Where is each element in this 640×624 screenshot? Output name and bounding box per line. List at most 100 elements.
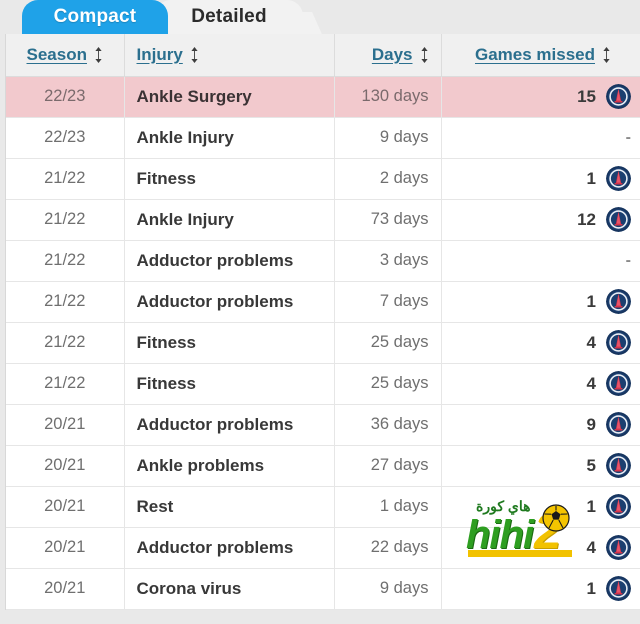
cell-games-missed: 1 bbox=[441, 568, 640, 610]
table-header: Season Injury Days Games missed bbox=[6, 34, 640, 77]
club-crest-icon bbox=[606, 289, 631, 314]
games-missed-empty: - bbox=[625, 128, 631, 146]
tab-compact-label: Compact bbox=[53, 6, 137, 27]
cell-injury: Ankle Injury bbox=[124, 117, 335, 159]
cell-days: 22 days bbox=[334, 527, 442, 569]
cell-games-missed: 12 bbox=[441, 199, 640, 241]
cell-season: 21/22 bbox=[6, 199, 125, 241]
cell-games-missed: 9 bbox=[441, 404, 640, 446]
games-missed-count: 1 bbox=[586, 578, 596, 598]
games-missed-count: 1 bbox=[586, 291, 596, 311]
table-row[interactable]: 21/22 Ankle Injury 73 days 12 bbox=[6, 199, 640, 241]
games-missed-empty: - bbox=[625, 251, 631, 269]
sort-updown-icon[interactable] bbox=[602, 46, 611, 64]
table-row[interactable]: 20/21 Ankle problems 27 days 5 bbox=[6, 445, 640, 487]
table-row[interactable]: 21/22 Fitness 25 days 4 bbox=[6, 363, 640, 405]
cell-days: 130 days bbox=[334, 76, 442, 118]
club-crest-icon bbox=[606, 535, 631, 560]
column-header-season-label: Season bbox=[26, 44, 87, 64]
cell-games-missed: 5 bbox=[441, 445, 640, 487]
column-header-season[interactable]: Season bbox=[6, 34, 125, 77]
cell-days: 7 days bbox=[334, 281, 442, 323]
sort-updown-icon[interactable] bbox=[420, 46, 429, 64]
cell-days: 9 days bbox=[334, 568, 442, 610]
table-row[interactable]: 20/21 Corona virus 9 days 1 bbox=[6, 568, 640, 610]
games-missed-count: 12 bbox=[577, 209, 596, 229]
cell-days: 9 days bbox=[334, 117, 442, 159]
cell-injury: Ankle Surgery bbox=[124, 76, 335, 118]
cell-injury: Fitness bbox=[124, 363, 335, 405]
cell-injury: Fitness bbox=[124, 158, 335, 200]
tab-bar: Compact Detailed bbox=[0, 0, 640, 34]
games-missed-count: 1 bbox=[586, 168, 596, 188]
injury-history-widget: Compact Detailed Season Injury Days Game… bbox=[0, 0, 640, 624]
sort-updown-icon[interactable] bbox=[190, 46, 199, 64]
club-crest-icon bbox=[606, 494, 631, 519]
club-crest-icon bbox=[606, 576, 631, 601]
table-row[interactable]: 21/22 Adductor problems 7 days 1 bbox=[6, 281, 640, 323]
cell-season: 20/21 bbox=[6, 527, 125, 569]
cell-injury: Ankle problems bbox=[124, 445, 335, 487]
cell-season: 20/21 bbox=[6, 445, 125, 487]
table-row[interactable]: 20/21 Adductor problems 22 days 4 bbox=[6, 527, 640, 569]
table-row[interactable]: 21/22 Fitness 2 days 1 bbox=[6, 158, 640, 200]
club-crest-icon bbox=[606, 412, 631, 437]
club-crest-icon bbox=[606, 371, 631, 396]
tab-detailed[interactable]: Detailed bbox=[155, 0, 303, 34]
cell-days: 36 days bbox=[334, 404, 442, 446]
cell-injury: Adductor problems bbox=[124, 404, 335, 446]
cell-games-missed: 4 bbox=[441, 322, 640, 364]
table-body: 22/23 Ankle Surgery 130 days 15 22/23 Ankle … bbox=[6, 76, 640, 610]
cell-season: 21/22 bbox=[6, 281, 125, 323]
cell-days: 3 days bbox=[334, 240, 442, 282]
cell-season: 20/21 bbox=[6, 568, 125, 610]
table-row[interactable]: 22/23 Ankle Injury 9 days - bbox=[6, 117, 640, 159]
table-row[interactable]: 22/23 Ankle Surgery 130 days 15 bbox=[6, 76, 640, 118]
cell-injury: Ankle Injury bbox=[124, 199, 335, 241]
cell-season: 21/22 bbox=[6, 158, 125, 200]
club-crest-icon bbox=[606, 330, 631, 355]
table-header-row: Season Injury Days Games missed bbox=[6, 34, 640, 77]
column-header-days-label: Days bbox=[371, 44, 413, 64]
column-header-games-missed[interactable]: Games missed bbox=[441, 34, 640, 77]
cell-games-missed: 4 bbox=[441, 527, 640, 569]
cell-days: 25 days bbox=[334, 363, 442, 405]
cell-injury: Adductor problems bbox=[124, 281, 335, 323]
cell-games-missed: 4 bbox=[441, 363, 640, 405]
column-header-days[interactable]: Days bbox=[334, 34, 442, 77]
cell-days: 73 days bbox=[334, 199, 442, 241]
cell-injury: Corona virus bbox=[124, 568, 335, 610]
club-crest-icon bbox=[606, 84, 631, 109]
cell-season: 22/23 bbox=[6, 117, 125, 159]
table-row[interactable]: 20/21 Adductor problems 36 days 9 bbox=[6, 404, 640, 446]
cell-games-missed: - bbox=[441, 117, 640, 159]
club-crest-icon bbox=[606, 207, 631, 232]
cell-days: 25 days bbox=[334, 322, 442, 364]
table-row[interactable]: 21/22 Adductor problems 3 days - bbox=[6, 240, 640, 282]
injury-table: Season Injury Days Games missed 22/23 An… bbox=[6, 34, 640, 610]
cell-season: 21/22 bbox=[6, 240, 125, 282]
cell-season: 21/22 bbox=[6, 363, 125, 405]
table-row[interactable]: 21/22 Fitness 25 days 4 bbox=[6, 322, 640, 364]
cell-games-missed: 1 bbox=[441, 486, 640, 528]
cell-injury: Fitness bbox=[124, 322, 335, 364]
cell-games-missed: 1 bbox=[441, 281, 640, 323]
games-missed-count: 9 bbox=[586, 414, 596, 434]
column-header-injury-label: Injury bbox=[136, 44, 183, 64]
games-missed-count: 1 bbox=[586, 496, 596, 516]
cell-games-missed: 1 bbox=[441, 158, 640, 200]
games-missed-count: 4 bbox=[586, 537, 596, 557]
cell-days: 1 days bbox=[334, 486, 442, 528]
cell-days: 2 days bbox=[334, 158, 442, 200]
cell-season: 20/21 bbox=[6, 404, 125, 446]
cell-games-missed: - bbox=[441, 240, 640, 282]
column-header-injury[interactable]: Injury bbox=[124, 34, 335, 77]
sort-updown-icon[interactable] bbox=[94, 46, 103, 64]
table-row[interactable]: 20/21 Rest 1 days 1 bbox=[6, 486, 640, 528]
cell-games-missed: 15 bbox=[441, 76, 640, 118]
cell-injury: Adductor problems bbox=[124, 527, 335, 569]
cell-injury: Rest bbox=[124, 486, 335, 528]
cell-injury: Adductor problems bbox=[124, 240, 335, 282]
tab-compact[interactable]: Compact bbox=[22, 0, 168, 34]
club-crest-icon bbox=[606, 453, 631, 478]
